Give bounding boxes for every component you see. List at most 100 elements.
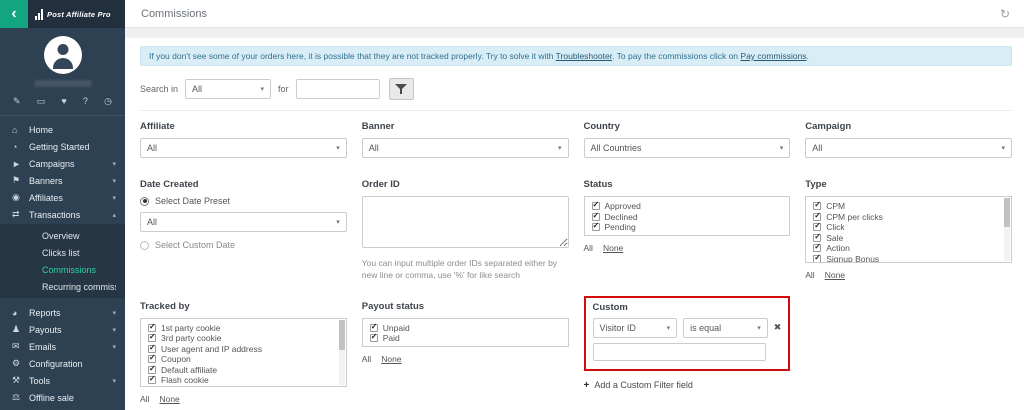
sidebar-item-banners[interactable]: ⚑ Banners ▾ [0, 172, 125, 189]
order-id-textarea[interactable] [362, 196, 569, 248]
search-input[interactable] [296, 79, 380, 99]
sidebar-item-payouts[interactable]: ♟ Payouts ▾ [0, 321, 125, 338]
sidebar-item-reports[interactable]: ◕ Reports ▾ [0, 304, 125, 321]
help-icon[interactable]: ? [83, 97, 88, 106]
checkbox-checked-icon[interactable] [148, 355, 156, 363]
scrollbar[interactable] [339, 320, 345, 385]
checkbox-checked-icon[interactable] [592, 202, 600, 210]
type-option[interactable]: Sale [813, 233, 999, 244]
type-option[interactable]: CPM per clicks [813, 212, 999, 223]
sidebar-item-affiliates[interactable]: ◉ Affiliates ▾ [0, 189, 125, 206]
checkbox-checked-icon[interactable] [148, 345, 156, 353]
tracked-by-option[interactable]: User agent and IP address [148, 344, 334, 355]
brand-logo[interactable]: Post Affiliate Pro [28, 0, 125, 28]
checkbox-checked-icon[interactable] [813, 244, 821, 252]
type-none-link[interactable]: None [825, 270, 845, 280]
pay-commissions-link[interactable]: Pay commissions [740, 51, 806, 61]
status-option[interactable]: Declined [592, 212, 783, 223]
sidebar-item-home[interactable]: ⌂ Home [0, 121, 125, 138]
banner-select[interactable]: All▾ [362, 138, 569, 158]
date-preset-select[interactable]: All▾ [140, 212, 347, 232]
tracked-by-all-link[interactable]: All [140, 394, 149, 404]
campaign-select[interactable]: All▾ [805, 138, 1012, 158]
tools-icon: ⚒ [12, 375, 29, 386]
payout-status-none-link[interactable]: None [381, 354, 401, 364]
payout-status-option[interactable]: Paid [370, 333, 561, 344]
search-in-select[interactable]: All ▾ [185, 79, 271, 99]
chevron-icon: ▾ [112, 194, 116, 202]
pencil-icon[interactable]: ✎ [13, 97, 21, 106]
checkbox-checked-icon[interactable] [370, 324, 378, 332]
status-option[interactable]: Approved [592, 201, 783, 212]
type-option[interactable]: Action [813, 243, 999, 254]
sidebar-item-offline-sale[interactable]: ⚖ Offline sale [0, 389, 125, 406]
checkbox-checked-icon[interactable] [148, 366, 156, 374]
sidebar-item-getting-started[interactable]: ◔ Getting Started [0, 138, 125, 155]
date-preset-radio[interactable]: Select Date Preset [140, 196, 347, 206]
checkbox-checked-icon[interactable] [370, 334, 378, 342]
type-option[interactable]: Signup Bonus [813, 254, 999, 264]
collapse-sidebar-button[interactable]: ‹ [0, 0, 28, 28]
sidebar-subitem-commissions[interactable]: Commissions [0, 261, 125, 278]
tracked-by-option[interactable]: 3rd party cookie [148, 333, 334, 344]
sidebar-subitem-recurring-commission-rules[interactable]: Recurring commission rules [0, 278, 125, 295]
checkbox-checked-icon[interactable] [813, 223, 821, 231]
custom-field-select[interactable]: Visitor ID▾ [593, 318, 678, 338]
refresh-icon[interactable]: ↻ [1000, 8, 1010, 20]
checkbox-checked-icon[interactable] [813, 213, 821, 221]
sidebar-item-campaigns[interactable]: ► Campaigns ▾ [0, 155, 125, 172]
sidebar-item-tools[interactable]: ⚒ Tools ▾ [0, 372, 125, 389]
sidebar-subitem-overview[interactable]: Overview [0, 227, 125, 244]
affiliate-select[interactable]: All▾ [140, 138, 347, 158]
type-option[interactable]: Click [813, 222, 999, 233]
user-profile [0, 28, 125, 89]
status-none-link[interactable]: None [603, 243, 623, 253]
custom-filter-value-input[interactable] [593, 343, 767, 361]
payout-status-all-link[interactable]: All [362, 354, 371, 364]
page-header: Commissions ↻ [125, 0, 1024, 28]
add-custom-filter-link[interactable]: + Add a Custom Filter field [584, 380, 791, 391]
status-all-link[interactable]: All [584, 243, 593, 253]
checkbox-checked-icon[interactable] [592, 223, 600, 231]
sidebar-item-label: Tools [29, 376, 112, 386]
sidebar-item-emails[interactable]: ✉ Emails ▾ [0, 338, 125, 355]
checkbox-checked-icon[interactable] [813, 234, 821, 242]
custom-operator-select[interactable]: is equal▾ [683, 318, 768, 338]
type-option[interactable]: CPM [813, 201, 999, 212]
tracked-by-option[interactable]: Flash cookie [148, 375, 334, 386]
radio-unselected-icon[interactable] [140, 241, 149, 250]
monitor-icon[interactable]: ▭ [37, 97, 46, 106]
radio-selected-icon[interactable] [140, 197, 149, 206]
troubleshooter-link[interactable]: Troubleshooter [556, 51, 612, 61]
remove-custom-filter-icon[interactable]: ✖ [774, 322, 782, 333]
toggle-filters-button[interactable] [389, 78, 414, 100]
checkbox-checked-icon[interactable] [148, 376, 156, 384]
custom-date-radio-label: Select Custom Date [155, 240, 235, 250]
sidebar-subitem-clicks-list[interactable]: Clicks list [0, 244, 125, 261]
sidebar-item-transactions[interactable]: ⇄ Transactions ▴ [0, 206, 125, 223]
power-icon[interactable]: ◷ [104, 97, 112, 106]
banner-text: If you don't see some of your orders her… [149, 51, 556, 61]
payout-status-option[interactable]: Unpaid [370, 323, 561, 334]
tracked-by-option-label: 1st party cookie [161, 323, 221, 333]
checkbox-checked-icon[interactable] [813, 255, 821, 263]
type-all-link[interactable]: All [805, 270, 814, 280]
status-option[interactable]: Pending [592, 222, 783, 233]
country-select[interactable]: All Countries▾ [584, 138, 791, 158]
custom-label: Custom [593, 302, 782, 313]
tracked-by-option[interactable]: Coupon [148, 354, 334, 365]
tracked-by-none-link[interactable]: None [159, 394, 179, 404]
avatar[interactable] [44, 36, 82, 74]
checkbox-checked-icon[interactable] [148, 324, 156, 332]
tracked-by-option[interactable]: IP address [148, 386, 334, 387]
tracked-by-option[interactable]: 1st party cookie [148, 323, 334, 334]
checkbox-checked-icon[interactable] [148, 334, 156, 342]
scrollbar[interactable] [1004, 198, 1010, 261]
heart-icon[interactable]: ♥ [61, 97, 66, 106]
custom-date-radio[interactable]: Select Custom Date [140, 240, 347, 250]
checkbox-checked-icon[interactable] [592, 213, 600, 221]
tracked-by-option[interactable]: Default affiliate [148, 365, 334, 376]
sidebar-item-configuration[interactable]: ⚙ Configuration [0, 355, 125, 372]
person-icon: ♟ [12, 324, 29, 335]
checkbox-checked-icon[interactable] [813, 202, 821, 210]
